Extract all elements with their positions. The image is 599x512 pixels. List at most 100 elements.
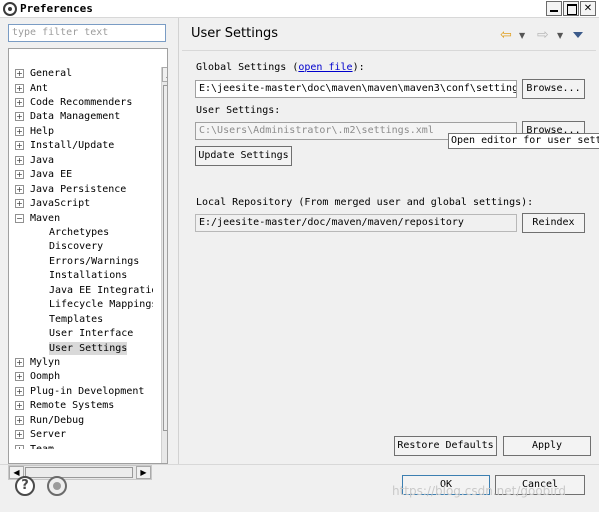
minimize-button[interactable] xyxy=(546,1,562,16)
tree-item[interactable]: Errors/Warnings xyxy=(9,255,153,268)
expand-icon[interactable]: + xyxy=(15,430,24,440)
expand-icon[interactable]: + xyxy=(15,358,24,367)
global-settings-field[interactable]: E:\jeesite-master\doc\maven\maven\maven3… xyxy=(195,80,517,98)
tree-item-label: Java Persistence xyxy=(30,183,127,195)
tree-item[interactable]: + General xyxy=(9,67,153,80)
tree-item-label: Ant xyxy=(30,82,49,94)
tree-item-label: Plug-in Development xyxy=(30,385,145,397)
apply-button[interactable]: Apply xyxy=(503,436,591,456)
scroll-up-icon[interactable]: ▲ xyxy=(162,67,167,82)
tree-item[interactable]: User Settings xyxy=(9,341,153,355)
user-settings-label: User Settings: xyxy=(196,105,281,116)
expand-icon[interactable]: + xyxy=(15,444,24,449)
expand-icon[interactable]: + xyxy=(15,97,24,107)
tree-item[interactable]: Discovery xyxy=(9,240,153,253)
tree-item-label: Data Management xyxy=(30,111,121,123)
expand-icon[interactable]: + xyxy=(15,112,24,122)
tree-item[interactable]: + Java xyxy=(9,154,153,167)
tree-item[interactable]: + Java EE xyxy=(9,168,153,181)
reindex-button[interactable]: Reindex xyxy=(522,213,585,233)
tree-item[interactable]: + Mylyn xyxy=(9,356,153,369)
view-menu-icon[interactable] xyxy=(573,30,583,38)
footer-separator xyxy=(0,464,599,465)
maximize-button[interactable] xyxy=(563,1,579,16)
local-repository-label: Local Repository (From merged user and g… xyxy=(196,197,534,208)
tree-item[interactable]: + Remote Systems xyxy=(9,399,153,412)
tree-item[interactable]: + Ant xyxy=(9,82,153,95)
forward-dropdown-icon[interactable]: ▼ xyxy=(557,31,563,40)
header-separator xyxy=(182,50,596,51)
back-dropdown-icon[interactable]: ▼ xyxy=(519,31,525,40)
update-settings-button[interactable]: Update Settings xyxy=(195,146,292,166)
open-file-link[interactable]: open file xyxy=(298,62,352,73)
expand-icon[interactable]: + xyxy=(15,199,24,208)
global-settings-label: Global Settings xyxy=(196,62,287,73)
close-button[interactable]: ✕ xyxy=(580,1,596,16)
tree-item[interactable]: + Team xyxy=(9,443,153,449)
expand-icon[interactable]: + xyxy=(15,69,24,78)
tree-item[interactable]: + Code Recommenders xyxy=(9,96,153,109)
expand-icon[interactable]: + xyxy=(15,141,24,151)
tree-item[interactable]: Templates xyxy=(9,313,153,326)
tree-item-label: Mylyn xyxy=(30,357,61,368)
expand-icon[interactable]: + xyxy=(15,155,24,165)
help-icon[interactable]: ? xyxy=(15,476,35,496)
back-arrow-icon[interactable]: ⇦ xyxy=(500,28,518,42)
tree-item-label: Server xyxy=(30,429,67,441)
filter-input[interactable]: type filter text xyxy=(8,24,166,42)
preference-navigation: type filter text + General + Ant + Code Recom… xyxy=(0,18,178,480)
expand-icon[interactable]: + xyxy=(15,386,24,396)
tree-item[interactable]: + Oomph xyxy=(9,370,153,383)
expand-icon[interactable]: + xyxy=(15,83,24,93)
tree-item[interactable]: + Install/Update xyxy=(9,139,153,152)
global-browse-button[interactable]: Browse... xyxy=(522,79,585,99)
open-editor-tooltip: Open editor for user settings xyxy=(448,133,599,149)
import-export-icon[interactable] xyxy=(47,476,67,496)
tree-item-label: Code Recommenders xyxy=(30,96,133,108)
expand-icon[interactable]: + xyxy=(15,415,24,425)
tree-item-label: Remote Systems xyxy=(30,400,115,412)
expand-icon[interactable]: + xyxy=(15,170,24,180)
tree-item-label: Maven xyxy=(30,212,61,224)
tree-item-label: Install/Update xyxy=(30,140,115,152)
tree-item-label: Templates xyxy=(49,313,104,325)
tree-item[interactable]: User Interface xyxy=(9,327,153,340)
tree-item[interactable]: + Help xyxy=(9,125,153,138)
global-paren-close: ): xyxy=(352,62,365,73)
expand-icon[interactable]: + xyxy=(15,184,24,194)
global-settings-label-row: Global Settings (open file): xyxy=(196,62,365,73)
tree-item[interactable]: + Plug-in Development xyxy=(9,385,153,398)
horizontal-scroll-thumb[interactable] xyxy=(25,467,133,478)
tree-item-label: Installations xyxy=(49,270,128,282)
restore-defaults-button[interactable]: Restore Defaults xyxy=(394,436,497,456)
tree-item-label: Help xyxy=(30,125,55,137)
scroll-right-icon[interactable]: ▶ xyxy=(136,466,151,479)
tree-item[interactable]: Installations xyxy=(9,269,153,282)
panel-divider[interactable] xyxy=(178,18,179,464)
tree-item[interactable]: + Run/Debug xyxy=(9,414,153,427)
tree-item[interactable]: + Data Management xyxy=(9,110,153,123)
watermark-text: https://blog.csdn.net/goobird xyxy=(392,484,566,498)
titlebar: Preferences ✕ xyxy=(0,0,599,18)
tree-item[interactable]: Lifecycle Mappings xyxy=(9,298,153,311)
expand-icon[interactable]: + xyxy=(15,126,24,136)
tree-item[interactable]: + Server xyxy=(9,428,153,441)
expand-icon[interactable]: + xyxy=(15,401,24,411)
tree-item-label: User Interface xyxy=(49,328,134,340)
tree-item-label: Java xyxy=(30,154,55,166)
tree-item-label: Java EE Integratio xyxy=(49,284,153,296)
tree-item[interactable]: Archetypes xyxy=(9,226,153,239)
tree-item-label: Discovery xyxy=(49,241,104,253)
tree-vertical-scrollbar[interactable]: ▲ ▼ xyxy=(161,67,167,463)
tree-item[interactable]: + JavaScript xyxy=(9,197,153,210)
tree-item[interactable]: + Java Persistence xyxy=(9,183,153,196)
forward-arrow-icon[interactable]: ⇨ xyxy=(537,28,555,42)
tree-item[interactable]: − Maven xyxy=(9,212,153,225)
tree-item[interactable]: Java EE Integratio xyxy=(9,284,153,297)
tree-items: + General + Ant + Code Recommenders + Data Mana… xyxy=(9,49,153,449)
vertical-scroll-thumb[interactable] xyxy=(163,85,167,431)
expand-icon[interactable]: + xyxy=(15,372,24,382)
collapse-icon[interactable]: − xyxy=(15,213,24,223)
tree-item-label: Run/Debug xyxy=(30,414,85,426)
tree-item-label: Team xyxy=(30,443,54,449)
